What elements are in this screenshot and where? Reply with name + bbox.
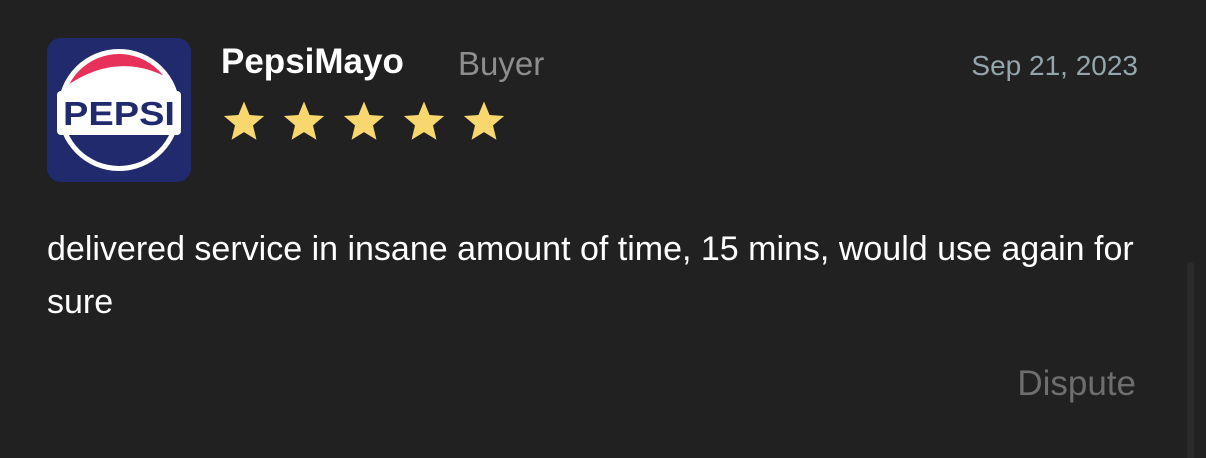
star-icon [403,101,445,140]
star-rating [221,98,507,144]
scrollbar[interactable] [1187,262,1194,458]
review-date: Sep 21, 2023 [971,50,1138,81]
user-role-label: Buyer [458,45,545,82]
star-icon [343,101,385,140]
user-avatar[interactable]: PEPSI [47,38,191,182]
star-icon [223,101,265,140]
review-card: PEPSI PepsiMayo Buyer Sep 21, 2023 deliv… [0,0,1206,458]
review-text: delivered service in insane amount of ti… [47,230,1134,321]
dispute-button[interactable]: Dispute [1017,364,1136,404]
star-icon [283,101,325,140]
username[interactable]: PepsiMayo [221,42,404,82]
pepsi-logo-icon: PEPSI [47,38,191,182]
avatar-logo-text: PEPSI [63,95,175,132]
star-icon [463,101,505,140]
